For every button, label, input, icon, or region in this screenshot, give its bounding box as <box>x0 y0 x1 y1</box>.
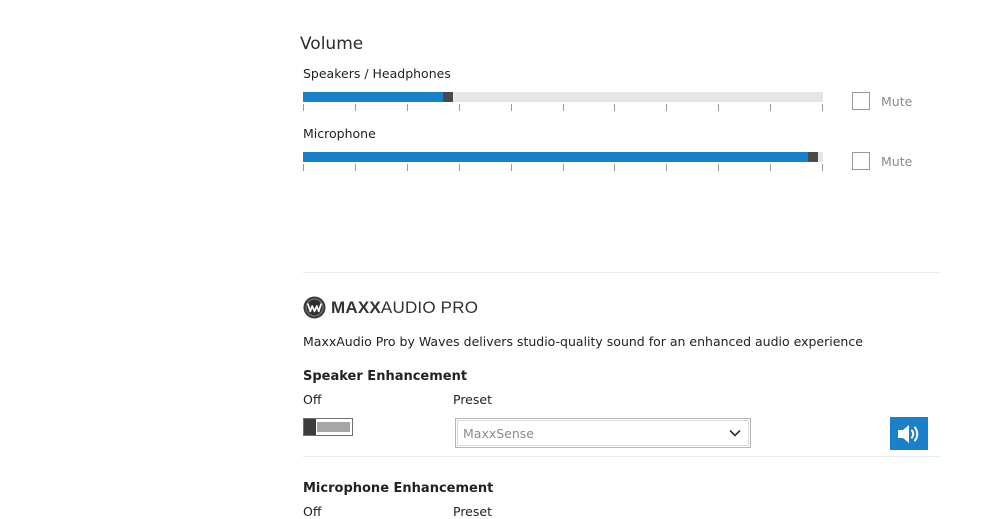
maxxaudio-brand: MAXXAUDIO PRO <box>303 296 478 319</box>
speaker-enhancement-heading: Speaker Enhancement <box>303 369 468 384</box>
waves-logo-icon <box>303 296 326 319</box>
slider-tick <box>666 104 667 111</box>
microphone-enhancement-state-label: Off <box>303 504 322 519</box>
audio-settings-page: Volume Speakers / Headphones Mute Microp… <box>0 0 989 519</box>
speakers-volume-label: Speakers / Headphones <box>303 66 451 81</box>
speakers-volume-slider[interactable] <box>303 92 823 114</box>
slider-tick <box>407 164 408 171</box>
speaker-preset-dropdown[interactable]: MaxxSense <box>455 418 751 448</box>
slider-tick <box>459 164 460 171</box>
chevron-down-icon <box>729 429 741 437</box>
slider-tick <box>718 104 719 111</box>
volume-heading: Volume <box>300 34 364 54</box>
toggle-knob[interactable] <box>304 419 316 435</box>
mute-label: Mute <box>881 153 913 169</box>
brand-bold-text: MAXX <box>331 297 381 317</box>
toggle-rail <box>317 422 350 432</box>
slider-tick <box>459 104 460 111</box>
section-divider <box>303 456 941 457</box>
slider-tick <box>770 104 771 111</box>
microphone-mute-checkbox[interactable]: Mute <box>852 152 912 170</box>
speaker-enhancement-toggle[interactable] <box>303 418 353 436</box>
maxxaudio-wordmark: MAXXAUDIO PRO <box>331 298 478 318</box>
checkbox-box[interactable] <box>852 152 870 170</box>
speaker-preset-label: Preset <box>453 392 492 407</box>
slider-tick <box>303 164 304 171</box>
slider-tick <box>770 164 771 171</box>
speakers-mute-checkbox[interactable]: Mute <box>852 92 912 110</box>
microphone-volume-slider[interactable] <box>303 152 823 174</box>
slider-thumb[interactable] <box>808 152 818 162</box>
slider-ticks <box>303 104 823 111</box>
slider-fill <box>303 152 808 162</box>
slider-tick <box>407 104 408 111</box>
slider-tick <box>614 104 615 111</box>
microphone-preset-label: Preset <box>453 504 492 519</box>
brand-light-text: AUDIO PRO <box>380 297 479 317</box>
slider-tick <box>303 104 304 111</box>
speaker-volume-icon <box>898 424 919 443</box>
maxxaudio-description: MaxxAudio Pro by Waves delivers studio-q… <box>303 334 863 349</box>
slider-ticks <box>303 164 823 171</box>
microphone-enhancement-heading: Microphone Enhancement <box>303 481 494 496</box>
slider-thumb[interactable] <box>443 92 453 102</box>
preset-selected-value: MaxxSense <box>463 425 534 441</box>
checkbox-box[interactable] <box>852 92 870 110</box>
slider-tick <box>614 164 615 171</box>
slider-tick <box>822 104 823 111</box>
speaker-test-button[interactable] <box>890 417 928 450</box>
slider-tick <box>511 164 512 171</box>
section-divider <box>303 272 941 273</box>
slider-tick <box>718 164 719 171</box>
speaker-enhancement-state-label: Off <box>303 392 322 407</box>
slider-tick <box>666 164 667 171</box>
slider-tick <box>355 164 356 171</box>
mute-label: Mute <box>881 93 913 109</box>
slider-tick <box>563 104 564 111</box>
slider-tick <box>355 104 356 111</box>
slider-tick <box>822 164 823 171</box>
slider-tick <box>511 104 512 111</box>
slider-tick <box>563 164 564 171</box>
slider-fill <box>303 92 443 102</box>
microphone-volume-label: Microphone <box>303 126 376 141</box>
